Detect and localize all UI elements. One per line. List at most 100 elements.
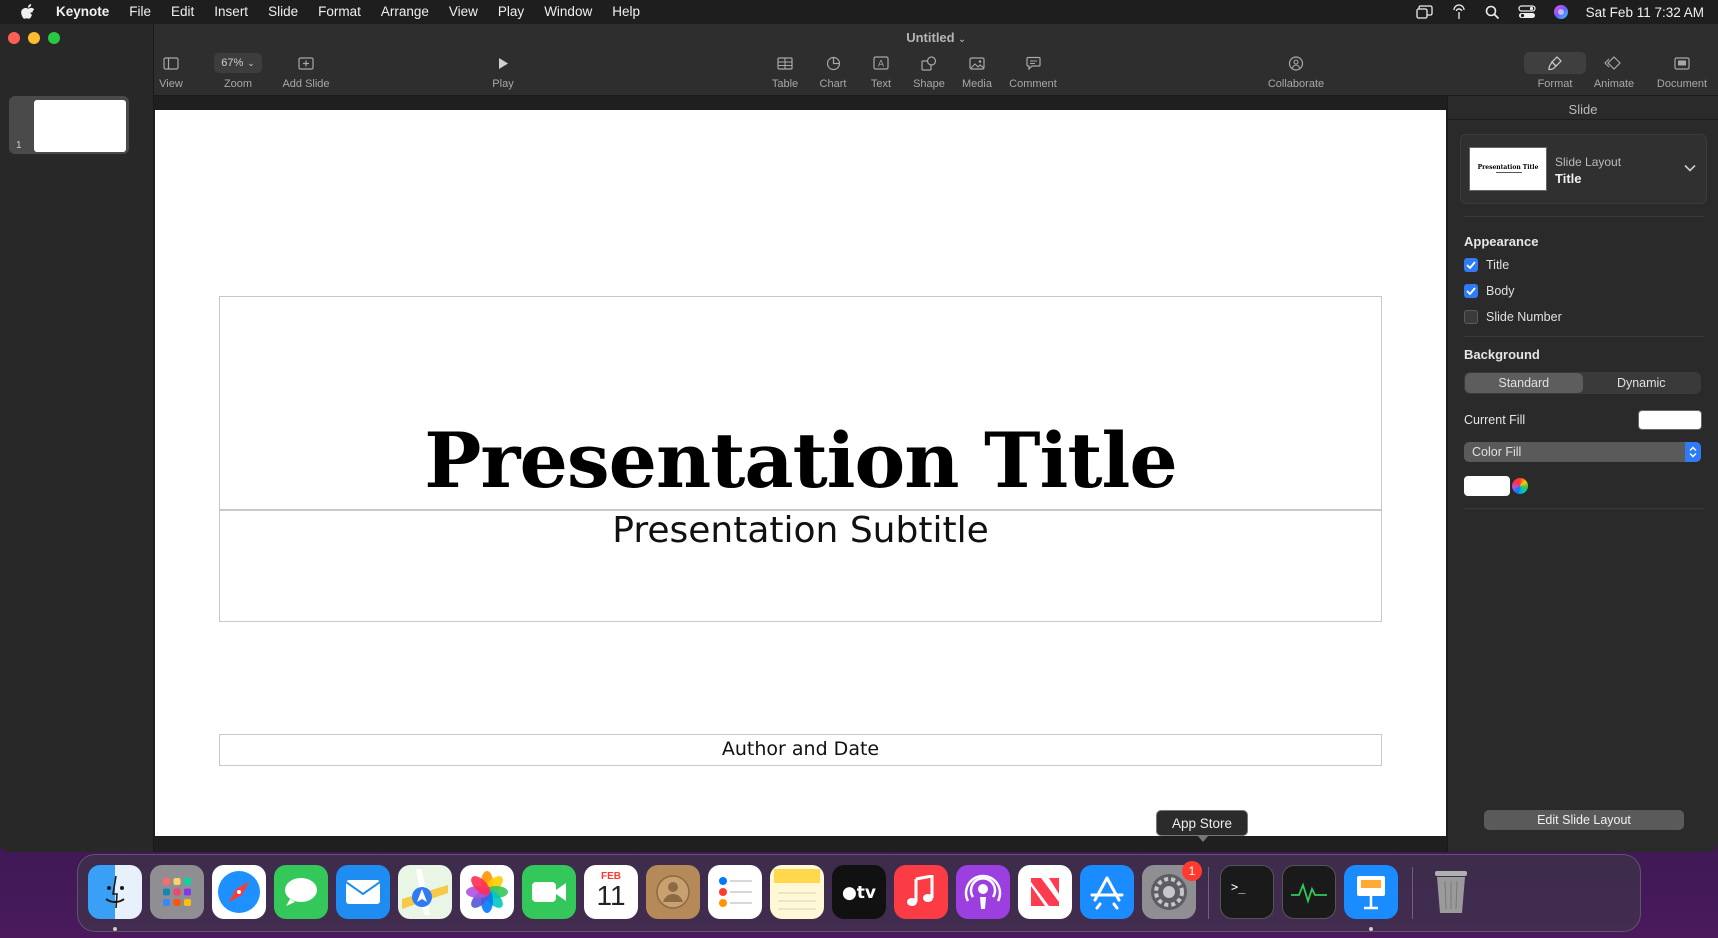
menu-edit[interactable]: Edit	[161, 0, 204, 24]
animate-button[interactable]: Animate	[1592, 52, 1636, 90]
podcasts-icon[interactable]	[956, 865, 1010, 919]
menu-help[interactable]: Help	[602, 0, 650, 24]
terminal-icon[interactable]: >_	[1220, 865, 1274, 919]
control-center-icon[interactable]	[1518, 4, 1536, 20]
minimize-window-button[interactable]	[28, 32, 40, 44]
menu-app-name[interactable]: Keynote	[52, 0, 119, 24]
zoom-label: Zoom	[223, 78, 253, 90]
facetime-icon[interactable]	[522, 865, 576, 919]
paintbrush-icon	[1524, 52, 1586, 74]
background-type-segmented-control[interactable]: Standard Dynamic	[1464, 372, 1701, 394]
document-icon	[1674, 52, 1690, 74]
menu-bar-extras: Sat Feb 11 7:32 AM	[1416, 0, 1704, 24]
media-button[interactable]: Media	[960, 52, 994, 90]
reminders-icon[interactable]	[708, 865, 762, 919]
slide-number-checkbox-label: Slide Number	[1486, 310, 1562, 324]
mail-icon[interactable]	[336, 865, 390, 919]
appearance-title-checkbox-row[interactable]: Title	[1464, 258, 1509, 272]
color-wheel-icon[interactable]	[1512, 478, 1528, 494]
edit-slide-layout-button[interactable]: Edit Slide Layout	[1484, 810, 1684, 830]
trash-icon[interactable]	[1424, 865, 1478, 919]
document-button[interactable]: Document	[1654, 52, 1710, 90]
screen-mirroring-icon[interactable]	[1416, 4, 1434, 20]
photos-icon[interactable]	[460, 865, 514, 919]
fill-type-select[interactable]: Color Fill	[1464, 442, 1701, 462]
table-icon	[777, 52, 793, 74]
format-label: Format	[1537, 78, 1573, 90]
fullscreen-window-button[interactable]	[48, 32, 60, 44]
document-label: Document	[1656, 78, 1708, 90]
activity-monitor-icon[interactable]	[1282, 865, 1336, 919]
background-dynamic-segment[interactable]: Dynamic	[1583, 373, 1701, 393]
appearance-body-checkbox-row[interactable]: Body	[1464, 284, 1515, 298]
menu-insert[interactable]: Insert	[204, 0, 258, 24]
menu-play[interactable]: Play	[488, 0, 534, 24]
text-label: Text	[870, 78, 892, 90]
keynote-icon[interactable]	[1344, 865, 1398, 919]
finder-icon[interactable]	[88, 865, 142, 919]
zoom-select[interactable]: 67% ⌄	[214, 53, 262, 73]
text-button[interactable]: A Text	[866, 52, 896, 90]
title-checkbox[interactable]	[1464, 258, 1478, 272]
slide-thumbnail[interactable]	[34, 100, 126, 152]
chart-button[interactable]: Chart	[818, 52, 848, 90]
play-icon	[497, 52, 509, 74]
collaborate-button[interactable]: Collaborate	[1264, 52, 1328, 90]
animate-diamond-icon	[1604, 52, 1624, 74]
maps-icon[interactable]	[398, 865, 452, 919]
current-fill-label: Current Fill	[1464, 413, 1526, 427]
add-slide-button[interactable]: Add Slide	[278, 52, 334, 90]
collaborate-label: Collaborate	[1267, 78, 1325, 90]
menu-view[interactable]: View	[439, 0, 488, 24]
slide-title-text[interactable]: Presentation Title	[219, 416, 1382, 505]
contacts-icon[interactable]	[646, 865, 700, 919]
up-down-arrows-icon	[1685, 442, 1701, 462]
color-well[interactable]	[1464, 476, 1510, 496]
chevron-down-icon	[1684, 161, 1696, 175]
safari-icon[interactable]	[212, 865, 266, 919]
menu-bar-clock[interactable]: Sat Feb 11 7:32 AM	[1586, 5, 1704, 20]
format-button[interactable]: Format	[1524, 52, 1586, 90]
menu-window[interactable]: Window	[534, 0, 602, 24]
slide-subtitle-text[interactable]: Presentation Subtitle	[219, 510, 1382, 551]
shape-icon	[921, 52, 937, 74]
slide[interactable]: Presentation Title Presentation Subtitle…	[155, 110, 1446, 836]
inspector-header: Slide	[1448, 96, 1718, 120]
siri-icon[interactable]	[1552, 4, 1570, 20]
slide-number-checkbox[interactable]	[1464, 310, 1478, 324]
apple-menu-icon[interactable]	[18, 0, 38, 24]
slide-layout-selector[interactable]: Presentation Title Slide Layout Title	[1460, 134, 1707, 204]
table-button[interactable]: Table	[770, 52, 800, 90]
menu-arrange[interactable]: Arrange	[371, 0, 439, 24]
play-button[interactable]: Play	[488, 52, 518, 90]
music-icon[interactable]	[894, 865, 948, 919]
menu-slide[interactable]: Slide	[258, 0, 308, 24]
calendar-icon[interactable]: FEB 11	[584, 865, 638, 919]
appearance-slide-number-checkbox-row[interactable]: Slide Number	[1464, 310, 1562, 324]
close-window-button[interactable]	[8, 32, 20, 44]
comment-button[interactable]: Comment	[1008, 52, 1058, 90]
zoom-control[interactable]: 67% ⌄ Zoom	[214, 52, 262, 90]
shape-button[interactable]: Shape	[912, 52, 946, 90]
apple-tv-icon[interactable]: ●tv	[832, 865, 886, 919]
view-button[interactable]: View	[156, 52, 186, 90]
menu-format[interactable]: Format	[308, 0, 371, 24]
launchpad-icon[interactable]	[150, 865, 204, 919]
slide-author-text[interactable]: Author and Date	[219, 738, 1382, 760]
menu-file[interactable]: File	[119, 0, 161, 24]
svg-text:A: A	[878, 60, 885, 70]
document-title[interactable]: Untitled ⌄	[154, 30, 1718, 45]
notes-icon[interactable]	[770, 865, 824, 919]
body-checkbox[interactable]	[1464, 284, 1478, 298]
news-icon[interactable]	[1018, 865, 1072, 919]
system-settings-icon[interactable]: 1	[1142, 861, 1202, 919]
toolbar: Untitled ⌄ View 67% ⌄ Zoom Add Slide Play	[154, 24, 1718, 96]
fill-type-value: Color Fill	[1472, 445, 1522, 459]
background-standard-segment[interactable]: Standard	[1465, 373, 1583, 393]
messages-icon[interactable]	[274, 865, 328, 919]
comment-icon	[1025, 52, 1041, 74]
app-store-icon[interactable]	[1080, 865, 1134, 919]
spotlight-search-icon[interactable]	[1484, 4, 1502, 20]
airdrop-icon[interactable]	[1450, 4, 1468, 20]
current-fill-swatch[interactable]	[1638, 410, 1702, 430]
